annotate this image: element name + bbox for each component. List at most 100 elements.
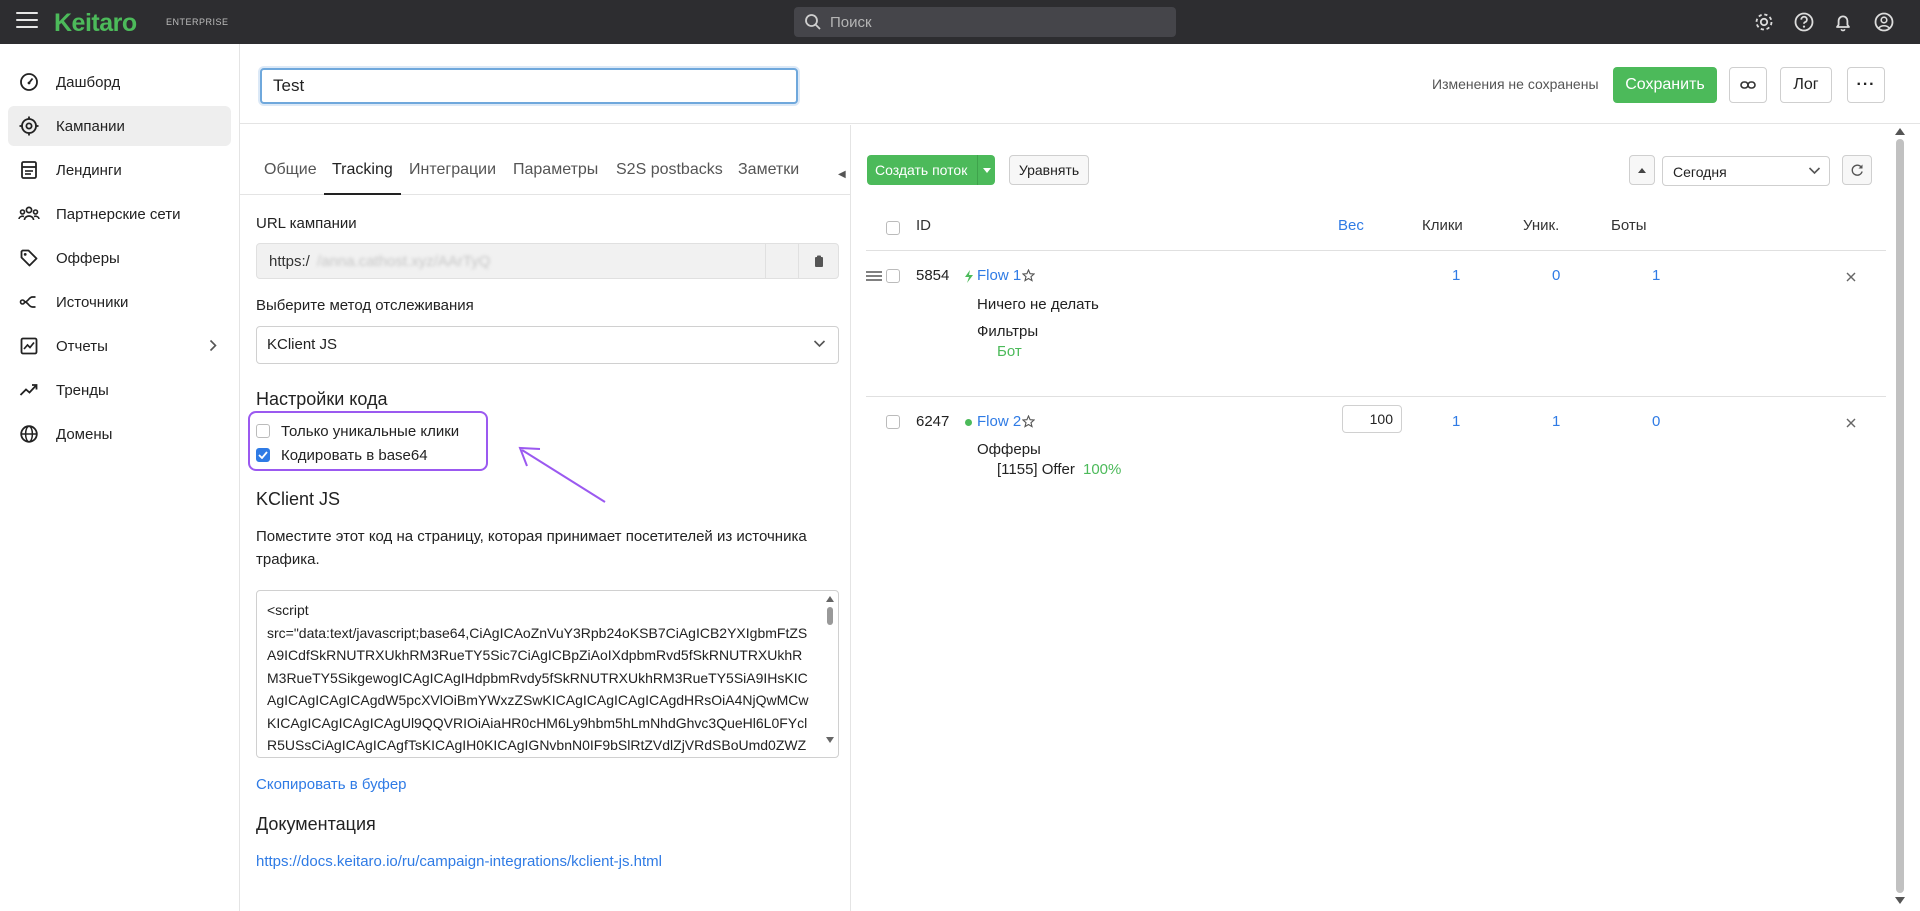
flow-name-link[interactable]: Flow 2 xyxy=(977,413,1021,430)
row-checkbox[interactable] xyxy=(886,269,900,283)
tracking-method-value: KClient JS xyxy=(267,336,338,353)
settings-panel: Общие Tracking Интеграции Параметры S2S … xyxy=(240,125,851,911)
flow-unique[interactable]: 1 xyxy=(1552,413,1560,430)
equalize-button[interactable]: Уравнять xyxy=(1009,155,1089,185)
app-logo[interactable]: Keitaro xyxy=(54,9,137,38)
sidebar-item-affiliate-networks[interactable]: Партнерские сети xyxy=(8,194,231,234)
table-row[interactable]: 5854 Flow 1 Ничего не делать Фильтры Бот… xyxy=(866,251,1886,397)
flows-table-header: ID Вес Клики Уник. Боты xyxy=(866,205,1886,251)
menu-icon[interactable] xyxy=(16,12,38,30)
code-scrollbar[interactable] xyxy=(824,593,836,755)
flows-panel: Создать поток Уравнять Сегодня ID Вес Кл… xyxy=(852,125,1920,911)
scrollbar-thumb[interactable] xyxy=(1896,139,1904,893)
sidebar-item-reports[interactable]: Отчеты xyxy=(8,326,231,366)
star-icon[interactable] xyxy=(1022,415,1035,428)
report-icon xyxy=(18,335,40,357)
more-button[interactable]: ··· xyxy=(1847,67,1885,103)
sidebar-item-domains[interactable]: Домены xyxy=(8,414,231,454)
lightning-icon xyxy=(965,270,973,283)
flow-name-link[interactable]: Flow 1 xyxy=(977,267,1021,284)
tracking-method-label: Выберите метод отслеживания xyxy=(256,297,474,314)
flow-offer-share: 100% xyxy=(1083,461,1122,478)
column-weight[interactable]: Вес xyxy=(1338,217,1364,234)
flow-clicks[interactable]: 1 xyxy=(1452,413,1460,430)
select-all-checkbox[interactable] xyxy=(886,221,900,235)
flow-section-title: Офферы xyxy=(977,441,1041,458)
drag-handle-icon[interactable] xyxy=(866,271,882,281)
column-unique[interactable]: Уник. xyxy=(1523,217,1559,234)
tab-integrations[interactable]: Интеграции xyxy=(409,155,496,195)
scroll-down-icon[interactable] xyxy=(1895,897,1905,904)
log-button[interactable]: Лог xyxy=(1780,67,1832,103)
tabs-scroll-left-icon[interactable]: ◀ xyxy=(838,169,846,180)
checkmark-icon xyxy=(258,451,268,459)
unique-clicks-checkbox[interactable] xyxy=(256,424,270,438)
partners-icon xyxy=(18,203,40,225)
tab-tracking[interactable]: Tracking xyxy=(324,155,401,195)
flow-offer-item: [1155] Offer xyxy=(997,461,1075,478)
page-scrollbar[interactable] xyxy=(1893,125,1907,911)
save-button[interactable]: Сохранить xyxy=(1613,67,1717,103)
flow-bots[interactable]: 1 xyxy=(1652,267,1660,284)
unique-clicks-checkbox-row[interactable]: Только уникальные клики xyxy=(256,421,459,441)
campaign-url-field[interactable]: https:/ /anna.cathost.xyz/AArTyQ xyxy=(256,243,839,279)
documentation-link[interactable]: https://docs.keitaro.io/ru/campaign-inte… xyxy=(256,853,662,870)
create-flow-button[interactable]: Создать поток xyxy=(867,155,996,185)
create-flow-dropdown[interactable] xyxy=(977,155,995,185)
campaign-name-input[interactable] xyxy=(260,68,798,104)
row-checkbox[interactable] xyxy=(886,415,900,429)
chevron-down-icon xyxy=(813,340,826,348)
gear-icon[interactable] xyxy=(1753,11,1775,33)
sidebar-item-dashboard[interactable]: Дашборд xyxy=(8,62,231,102)
sidebar-item-offers[interactable]: Офферы xyxy=(8,238,231,278)
column-clicks[interactable]: Клики xyxy=(1422,217,1463,234)
sidebar-item-label: Партнерские сети xyxy=(56,205,181,223)
flow-bots[interactable]: 0 xyxy=(1652,413,1660,430)
copy-to-clipboard-link[interactable]: Скопировать в буфер xyxy=(256,776,407,793)
tracking-method-select[interactable]: KClient JS xyxy=(256,326,839,364)
target-icon xyxy=(18,115,40,137)
date-range-select[interactable]: Сегодня xyxy=(1662,156,1830,186)
user-icon[interactable] xyxy=(1873,11,1895,33)
url-field-divider xyxy=(765,244,799,278)
column-bots[interactable]: Боты xyxy=(1611,217,1647,234)
sidebar-item-landings[interactable]: Лендинги xyxy=(8,150,231,190)
search-input[interactable] xyxy=(830,13,1150,31)
tab-s2s-postbacks[interactable]: S2S postbacks xyxy=(616,155,723,195)
sidebar-item-sources[interactable]: Источники xyxy=(8,282,231,322)
clipboard-icon[interactable] xyxy=(807,251,831,271)
close-icon[interactable] xyxy=(1846,272,1856,282)
close-icon[interactable] xyxy=(1846,418,1856,428)
search-icon xyxy=(805,14,821,30)
campaign-url-label: URL кампании xyxy=(256,215,357,232)
top-bar: Keitaro ENTERPRISE xyxy=(0,0,1920,44)
refresh-button[interactable] xyxy=(1842,155,1872,185)
tab-notes[interactable]: Заметки xyxy=(738,155,799,195)
integration-code-textarea[interactable]: <script src="data:text/javascript;base64… xyxy=(256,590,839,758)
sort-up-button[interactable] xyxy=(1629,155,1655,185)
help-icon[interactable] xyxy=(1793,11,1815,33)
bell-icon[interactable] xyxy=(1832,11,1854,33)
link-button[interactable] xyxy=(1729,67,1767,103)
flow-unique[interactable]: 0 xyxy=(1552,267,1560,284)
star-icon[interactable] xyxy=(1022,269,1035,282)
base64-checkbox-row[interactable]: Кодировать в base64 xyxy=(256,445,428,465)
sidebar-item-label: Офферы xyxy=(56,249,120,267)
column-id[interactable]: ID xyxy=(916,217,931,234)
unique-clicks-label: Только уникальные клики xyxy=(281,422,460,440)
flow-clicks[interactable]: 1 xyxy=(1452,267,1460,284)
tab-parameters[interactable]: Параметры xyxy=(513,155,598,195)
sidebar-item-label: Лендинги xyxy=(56,161,122,179)
tag-icon xyxy=(18,247,40,269)
table-row[interactable]: 6247 Flow 2 Офферы [1155] Offer 100% 1 1… xyxy=(866,397,1886,489)
dashboard-icon xyxy=(18,71,40,93)
sidebar-item-trends[interactable]: Тренды xyxy=(8,370,231,410)
tab-general[interactable]: Общие xyxy=(264,155,317,195)
scroll-up-icon[interactable] xyxy=(1895,128,1905,135)
flow-weight-input[interactable] xyxy=(1342,405,1402,433)
campaign-url-prefix: https:/ xyxy=(269,253,310,270)
flow-action: Ничего не делать xyxy=(977,296,1099,313)
sidebar-item-campaigns[interactable]: Кампании xyxy=(8,106,231,146)
base64-checkbox[interactable] xyxy=(256,448,270,462)
search-box[interactable] xyxy=(794,7,1176,37)
